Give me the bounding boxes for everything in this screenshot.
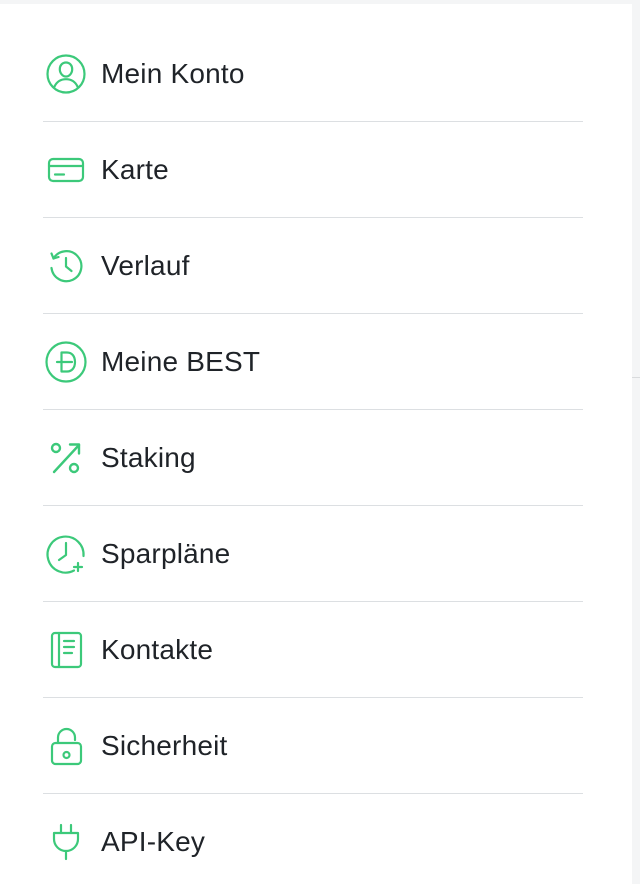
address-book-icon <box>43 627 89 673</box>
menu-item-kontakte[interactable]: Kontakte <box>43 602 583 698</box>
menu-item-karte[interactable]: Karte <box>43 122 583 218</box>
menu-item-mein-konto[interactable]: Mein Konto <box>43 26 583 122</box>
user-circle-icon <box>43 51 89 97</box>
menu-item-label: Meine BEST <box>101 345 261 377</box>
menu-item-meine-best[interactable]: Meine BEST <box>43 314 583 410</box>
credit-card-icon <box>43 147 89 193</box>
menu-item-label: Kontakte <box>101 633 214 665</box>
screen: Mein Konto Karte Verlauf Meine BEST Stak… <box>0 0 640 884</box>
menu-item-label: Verlauf <box>101 249 190 281</box>
backdrop-divider <box>632 377 640 378</box>
menu-item-label: Mein Konto <box>101 57 245 89</box>
menu-item-api-key[interactable]: API-Key <box>43 794 583 884</box>
menu-item-verlauf[interactable]: Verlauf <box>43 218 583 314</box>
best-coin-icon <box>43 339 89 385</box>
history-icon <box>43 243 89 289</box>
menu-item-label: Sparpläne <box>101 537 231 569</box>
menu-item-sparplaene[interactable]: Sparpläne <box>43 506 583 602</box>
menu-panel: Mein Konto Karte Verlauf Meine BEST Stak… <box>0 4 632 884</box>
menu-item-label: API-Key <box>101 825 206 857</box>
plug-icon <box>43 819 89 865</box>
lock-icon <box>43 723 89 769</box>
percent-up-icon <box>43 435 89 481</box>
menu-item-label: Staking <box>101 441 196 473</box>
menu-item-label: Karte <box>101 153 169 185</box>
menu-item-label: Sicherheit <box>101 729 228 761</box>
clock-plus-icon <box>43 531 89 577</box>
menu-item-sicherheit[interactable]: Sicherheit <box>43 698 583 794</box>
navigation-menu: Mein Konto Karte Verlauf Meine BEST Stak… <box>43 26 583 884</box>
menu-item-staking[interactable]: Staking <box>43 410 583 506</box>
